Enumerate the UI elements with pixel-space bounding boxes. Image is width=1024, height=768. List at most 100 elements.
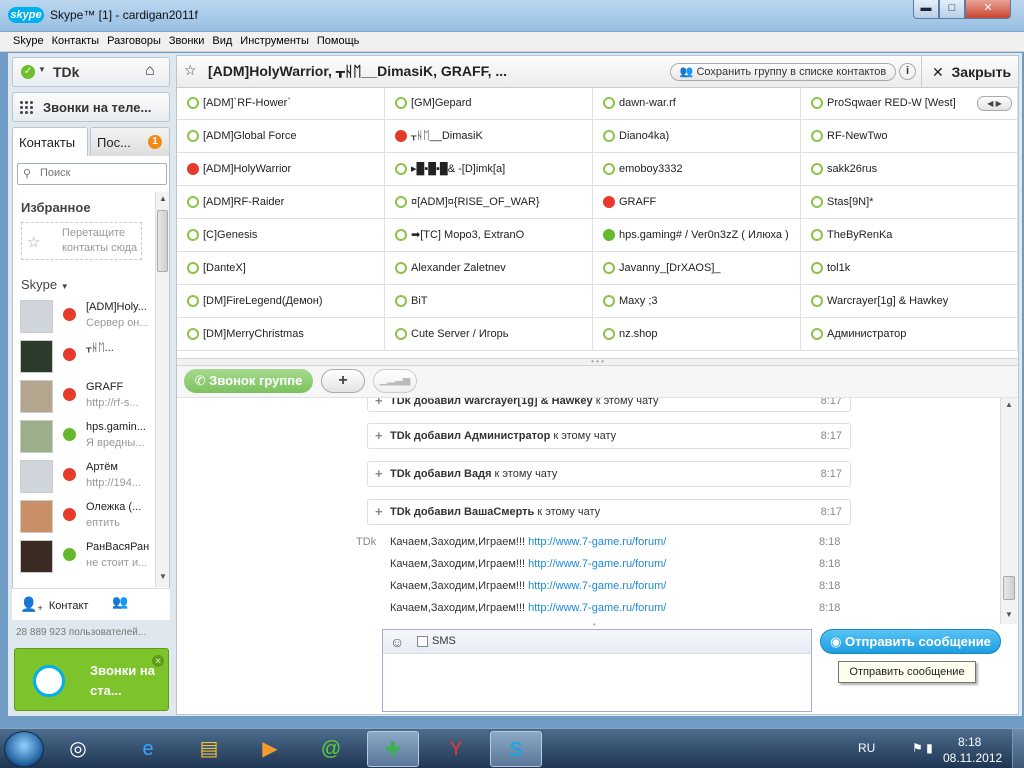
chevron-down-icon[interactable]: ▼: [38, 65, 46, 74]
participant-item[interactable]: [ADM]RF-Raider: [177, 186, 385, 219]
promo-banner[interactable]: Звонки на ста... ✕: [14, 648, 169, 711]
call-phones-button[interactable]: Звонки на теле...: [12, 92, 170, 122]
participant-item[interactable]: [GM]Gepard: [385, 87, 593, 120]
participant-item[interactable]: ᚁᚺᛖ__DimasiK: [385, 120, 593, 153]
participant-item[interactable]: [C]Genesis: [177, 219, 385, 252]
participant-item[interactable]: Javanny_[DrXAOS]_: [593, 252, 801, 285]
clock-time[interactable]: 8:18: [958, 735, 981, 749]
participant-item[interactable]: Администратор: [801, 318, 1018, 351]
participant-item[interactable]: Diano4ka): [593, 120, 801, 153]
add-button[interactable]: +: [321, 369, 365, 393]
conversation-title[interactable]: [ADM]HolyWarrior, ᚁᚺᛖ__DimasiK, GRAFF, .…: [208, 63, 507, 80]
contact-list-item[interactable]: Артём http://194...: [20, 458, 155, 498]
participant-item[interactable]: [DM]MerryChristmas: [177, 318, 385, 351]
clock-date[interactable]: 08.11.2012: [943, 751, 1002, 765]
participant-item[interactable]: sakk26rus: [801, 153, 1018, 186]
menu-tools[interactable]: Инструменты: [236, 32, 313, 51]
contact-list-item[interactable]: hps.gamin... Я вредны...: [20, 418, 155, 458]
show-desktop-button[interactable]: [1012, 729, 1024, 768]
maximize-button[interactable]: □: [939, 0, 965, 19]
message-link[interactable]: http://www.7-game.ru/forum/: [528, 602, 666, 614]
tray-icons[interactable]: ⚑ ▮: [912, 741, 933, 755]
chat-scrollbar[interactable]: ▲ ▼: [1000, 398, 1017, 624]
participant-item[interactable]: [ADM]`RF-Hower`: [177, 87, 385, 120]
skype-group-heading[interactable]: Skype ▼: [21, 277, 69, 292]
composer-resize-handle[interactable]: •: [593, 620, 596, 629]
favorites-drop-zone[interactable]: ☆ Перетащите контакты сюда: [21, 222, 142, 260]
contact-list-item[interactable]: GRAFF http://rf-s...: [20, 378, 155, 418]
user-status-bar[interactable]: ✓ ▼ TDk ⌂: [12, 57, 170, 87]
scrollbar-thumb[interactable]: [1003, 576, 1015, 600]
participant-item[interactable]: [DM]FireLegend(Демон): [177, 285, 385, 318]
participants-pager[interactable]: ◀ ▶: [977, 96, 1012, 111]
participant-item[interactable]: [ADM]HolyWarrior: [177, 153, 385, 186]
avatar[interactable]: [20, 460, 53, 493]
avatar[interactable]: [20, 340, 53, 373]
add-contact-button[interactable]: 👤+ Контакт: [20, 596, 88, 613]
close-window-button[interactable]: ✕: [965, 0, 1011, 19]
participant-item[interactable]: [ADM]Global Force: [177, 120, 385, 153]
participant-item[interactable]: dawn-war.rf: [593, 87, 801, 120]
minimize-button[interactable]: ▬: [913, 0, 939, 19]
avatar[interactable]: [20, 420, 53, 453]
participant-item[interactable]: Maxy ;3: [593, 285, 801, 318]
avatar[interactable]: [20, 500, 53, 533]
menu-conversations[interactable]: Разговоры: [103, 32, 165, 51]
chrome-icon[interactable]: ◎: [52, 731, 104, 767]
online-status-icon[interactable]: ✓: [21, 65, 35, 79]
language-indicator[interactable]: RU: [858, 741, 875, 755]
scrollbar-thumb[interactable]: [157, 210, 168, 272]
message-link[interactable]: http://www.7-game.ru/forum/: [528, 558, 666, 570]
scroll-down-arrow[interactable]: ▼: [1001, 610, 1017, 619]
scroll-up-arrow[interactable]: ▲: [1001, 400, 1017, 409]
message-link[interactable]: http://www.7-game.ru/forum/: [528, 580, 666, 592]
message-composer[interactable]: ☺ SMS: [382, 629, 812, 712]
yandex-icon[interactable]: Y: [430, 731, 482, 767]
menu-help[interactable]: Помощь: [313, 32, 364, 51]
avatar[interactable]: [20, 540, 53, 573]
menu-contacts[interactable]: Контакты: [48, 32, 104, 51]
contact-list-item[interactable]: РанВасяРан не стоит и...: [20, 538, 155, 578]
participant-item[interactable]: Stas[9N]*: [801, 186, 1018, 219]
call-group-button[interactable]: ✆ Звонок группе: [184, 369, 313, 393]
message-link[interactable]: http://www.7-game.ru/forum/: [528, 536, 666, 548]
avatar[interactable]: [20, 300, 53, 333]
user-name[interactable]: TDk: [53, 64, 79, 80]
skype-icon[interactable]: S: [490, 731, 542, 767]
avatar[interactable]: [20, 380, 53, 413]
minimized-app-icon[interactable]: ✚: [367, 731, 419, 767]
ie-icon[interactable]: e: [122, 731, 174, 767]
mail-agent-icon[interactable]: @: [305, 731, 357, 767]
info-button[interactable]: i: [899, 63, 916, 80]
participant-item[interactable]: Cute Server / Игорь: [385, 318, 593, 351]
menu-calls[interactable]: Звонки: [165, 32, 209, 51]
participant-item[interactable]: tol1k: [801, 252, 1018, 285]
media-player-icon[interactable]: ▶: [244, 731, 296, 767]
start-orb-icon[interactable]: [4, 731, 44, 767]
participant-item[interactable]: BiT: [385, 285, 593, 318]
explorer-icon[interactable]: ▤: [183, 731, 235, 767]
pane-splitter[interactable]: • • •: [177, 358, 1018, 366]
close-conversation-button[interactable]: ✕ Закрыть: [921, 56, 1018, 88]
participant-item[interactable]: ➡[TC] Mopo3, ExtranO: [385, 219, 593, 252]
scroll-up-arrow[interactable]: ▲: [156, 194, 170, 203]
emoticon-icon[interactable]: ☺: [390, 634, 404, 650]
contact-list-item[interactable]: ᚁᚺᛖ...: [20, 338, 155, 378]
star-icon[interactable]: ☆: [184, 62, 197, 79]
contact-list-item[interactable]: Олежка (... ептить: [20, 498, 155, 538]
search-input[interactable]: [40, 167, 160, 179]
search-box[interactable]: ⚲: [17, 163, 167, 185]
call-quality-button[interactable]: ▁▂▃▅: [373, 369, 417, 393]
contact-list-scrollbar[interactable]: ▲ ▼: [155, 192, 169, 587]
plus-icon[interactable]: +: [375, 462, 383, 486]
participant-item[interactable]: ¤[ADM]¤{RISE_OF_WAR}: [385, 186, 593, 219]
participant-item[interactable]: ▸█▪█▪█& -[D]imk[a]: [385, 153, 593, 186]
send-message-button[interactable]: ◉ Отправить сообщение: [820, 629, 1001, 654]
save-group-button[interactable]: 👥 Сохранить группу в списке контактов: [670, 63, 896, 81]
tab-contacts[interactable]: Контакты: [12, 127, 88, 157]
menu-skype[interactable]: Skype: [9, 32, 48, 51]
participant-item[interactable]: emoboy3332: [593, 153, 801, 186]
participant-item[interactable]: TheByRenKa: [801, 219, 1018, 252]
participant-item[interactable]: hps.gaming# / Ver0n3zZ ( Илюха ): [593, 219, 801, 252]
participant-item[interactable]: Warcrayer[1g] & Hawkey: [801, 285, 1018, 318]
